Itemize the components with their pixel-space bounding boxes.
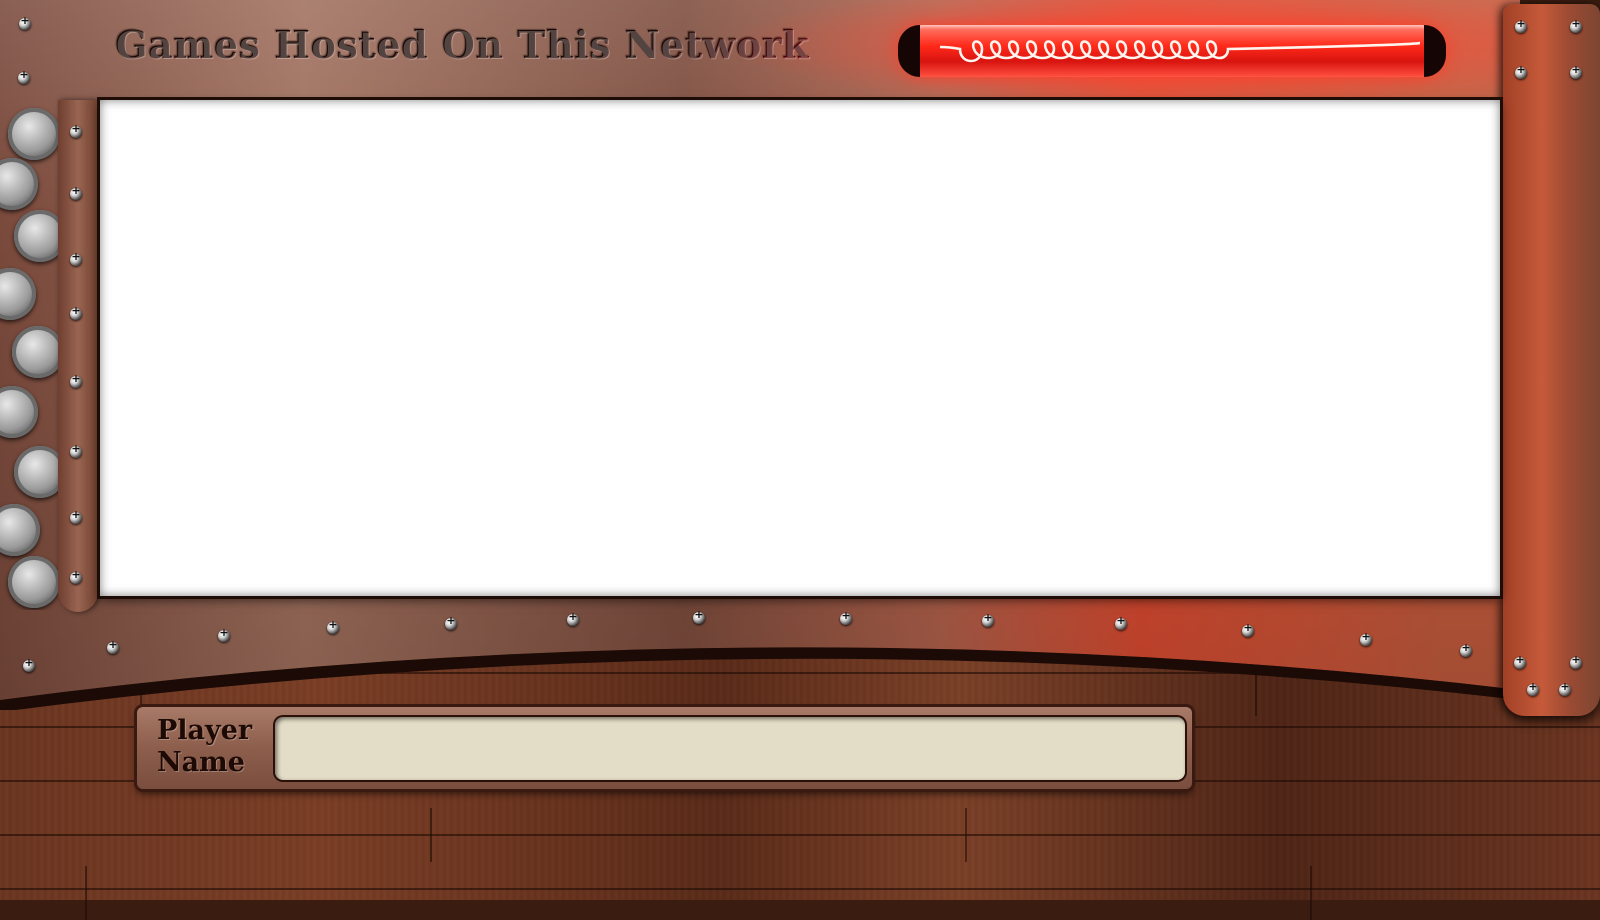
gear-icon [6,320,60,384]
rivet-icon [1570,17,1582,33]
rivet-icon [70,372,82,388]
plank-seam [430,808,432,862]
rivet-icon [70,568,82,584]
rivet-icon [1559,680,1571,696]
left-rail [58,100,98,612]
gear-column [0,100,60,610]
rivet-icon [70,508,82,524]
plank-seam [85,866,87,920]
rivet-icon [1242,621,1254,637]
player-name-label-line1: Player [157,715,253,746]
rivet-icon [1515,63,1527,79]
player-name-label-line2: Name [157,747,245,778]
rivet-icon [327,618,339,634]
rivet-icon [1570,63,1582,79]
gear-icon [8,204,60,268]
rivet-icon [1514,653,1526,669]
rivet-icon [70,122,82,138]
gear-icon [2,102,60,166]
gear-icon [0,152,44,216]
rivet-icon [693,608,705,624]
plank-seam [1310,866,1312,920]
plank-seam [965,808,967,862]
player-name-label: Player Name [157,715,267,779]
gear-icon [8,440,60,504]
game-list-viewport[interactable] [100,100,1500,596]
rivet-icon [1460,641,1472,657]
rivet-icon [70,304,82,320]
rivet-icon [1115,614,1127,630]
rivet-icon [840,609,852,625]
gear-icon [0,498,46,562]
rivet-icon [982,611,994,627]
rivet-icon [19,14,31,30]
page-title: Games Hosted On This Network [115,22,810,67]
rivet-icon [1570,653,1582,669]
rivet-icon [23,656,35,672]
rivet-icon [70,442,82,458]
neon-filament-icon [940,40,1420,63]
rivet-icon [70,250,82,266]
rivet-icon [1515,17,1527,33]
rivet-icon [70,184,82,200]
rivet-icon [567,610,579,626]
rivet-icon [107,638,119,654]
rivet-icon [445,614,457,630]
rivet-icon [18,68,30,84]
player-name-input[interactable] [275,717,1185,780]
rivet-icon [1527,680,1539,696]
rivet-icon [218,626,230,642]
rivet-icon [1360,630,1372,646]
right-pillar [1503,4,1600,716]
gear-icon [2,550,60,610]
gear-icon [0,380,44,444]
gear-icon [0,262,42,326]
